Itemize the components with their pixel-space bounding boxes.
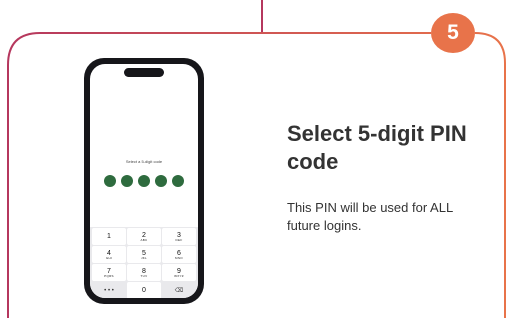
pin-dot: [172, 175, 184, 187]
key-3[interactable]: 3 DEF: [162, 228, 196, 245]
step-number-badge: 5: [431, 13, 475, 53]
key-6[interactable]: 6 MNO: [162, 246, 196, 263]
key-0[interactable]: 0: [127, 282, 161, 298]
pin-dot: [155, 175, 167, 187]
pin-dots: [90, 175, 198, 187]
key-4[interactable]: 4 GHI: [92, 246, 126, 263]
phone-mockup: Select a 5-digit code 1 2 ABC 3 DEF 4 GHI 5…: [84, 58, 204, 304]
key-8[interactable]: 8 TUV: [127, 264, 161, 281]
numeric-keypad: 1 2 ABC 3 DEF 4 GHI 5 JKL 6 MNO 7 PQRS 8 TUV 9W…: [90, 227, 198, 298]
step-description: This PIN will be used for ALL future log…: [287, 200, 453, 233]
pin-dot: [104, 175, 116, 187]
key-2[interactable]: 2 ABC: [127, 228, 161, 245]
pin-dot: [121, 175, 133, 187]
key-5[interactable]: 5 JKL: [127, 246, 161, 263]
backspace-icon: ⌫: [174, 287, 184, 294]
key-1[interactable]: 1: [92, 228, 126, 245]
phone-notch: [124, 68, 164, 77]
key-symbols[interactable]: • • •: [92, 282, 126, 298]
step-title: Select 5-digit PIN code: [287, 121, 467, 174]
phone-screen: Select a 5-digit code 1 2 ABC 3 DEF 4 GHI 5…: [90, 64, 198, 298]
pin-prompt: Select a 5-digit code: [125, 159, 163, 164]
key-7[interactable]: 7 PQRS: [92, 264, 126, 281]
key-9[interactable]: 9 WXYZ: [162, 264, 196, 281]
pin-dot: [138, 175, 150, 187]
backspace-key[interactable]: ⌫: [162, 282, 196, 298]
